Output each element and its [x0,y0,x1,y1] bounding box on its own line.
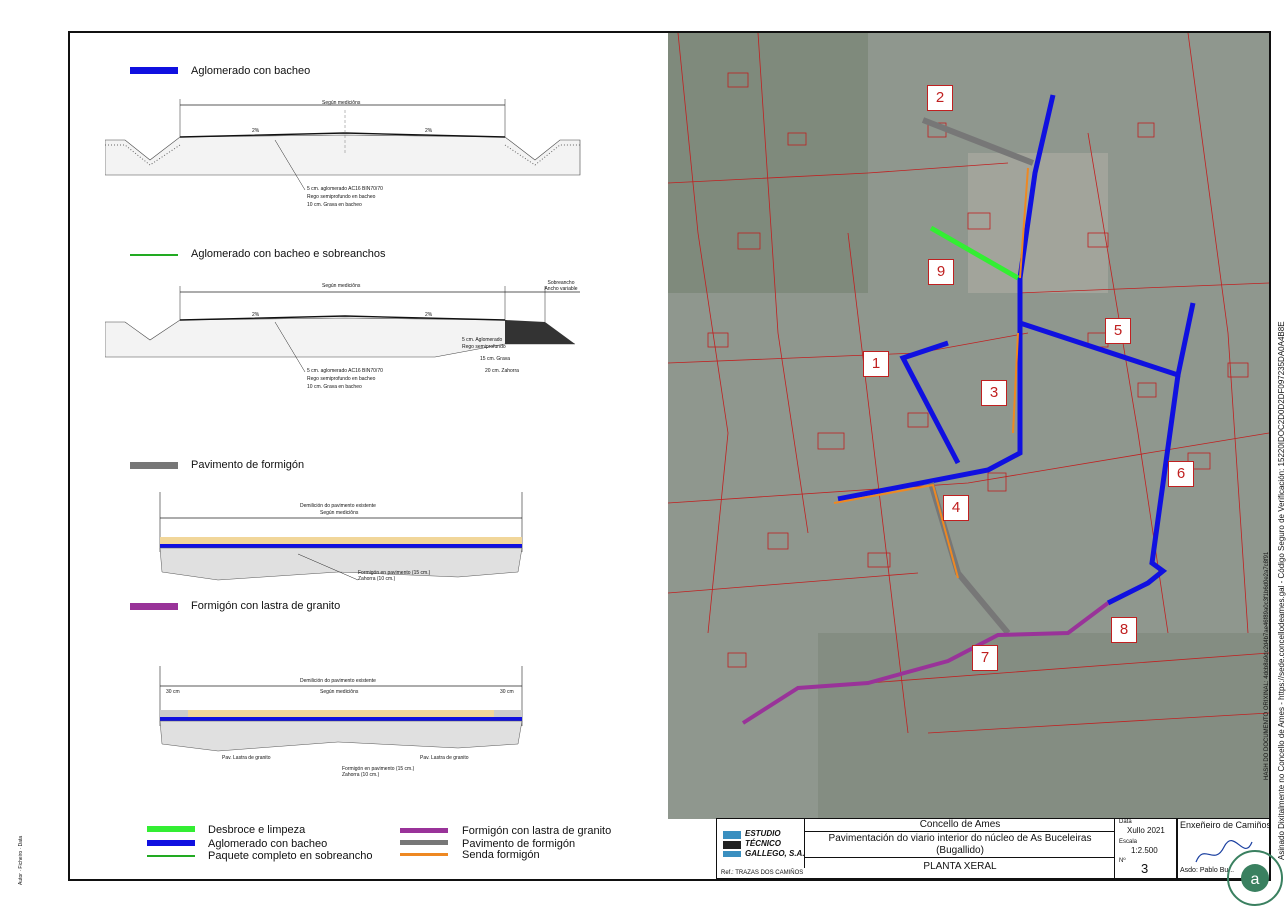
s4-note-2: Zahorra (10 cm.) [342,772,380,778]
map-label-7: 7 [972,645,998,671]
s2-slope-right: 2% [425,312,433,318]
logo-box: ESTUDIO TÉCNICO GALLEGO, S.A. [717,819,805,868]
s2-note-3: 10 cm. Grava en bacheo [307,384,362,390]
date-value: Xullo 2021 [1127,826,1165,835]
s1-slope-left: 2% [252,128,260,134]
s2-note-1: 5 cm. aglomerado AC16 BIN70/70 [307,368,383,374]
s2-slope-left: 2% [252,312,260,318]
map-label-2: 2 [927,85,953,111]
scale-value: 1:2.500 [1131,846,1158,855]
map-label-3: 3 [981,380,1007,406]
legend-senda-bar [400,853,448,856]
legend-aglomerado-bar [147,840,195,846]
s4-pav-right: Pav. Lastra de granito [420,755,469,761]
site-map: 1 2 3 4 5 6 7 8 9 [668,33,1269,819]
s2-rnote-2: Rego semiprofundo [462,344,506,350]
legend-line-green [130,254,178,256]
legend-pavimento-bar [400,840,448,845]
section-3-title: Pavimento de formigón [191,459,305,471]
legend-desbroce-bar [147,826,195,832]
title-block: ESTUDIO TÉCNICO GALLEGO, S.A. Ref.: TRAZ… [716,818,1177,879]
svg-text:a: a [1251,871,1260,888]
s2-rnote-4: 20 cm. Zahorra [485,368,519,374]
legend-paquete-bar [147,855,195,857]
sheet-no-label: Nº [1119,858,1126,864]
client-box: Concello de Ames [805,819,1115,832]
drawing-box: PLANTA XERAL [805,858,1115,878]
map-label-1: 1 [863,351,889,377]
legend-desbroce-label: Desbroce e limpeza [208,824,306,836]
ref-text: Ref.: TRAZAS DOS CAMIÑOS [721,870,804,876]
s2-rnote-3: 15 cm. Grava [480,356,511,362]
map-label-9: 9 [928,259,954,285]
company-line-2: TÉCNICO [745,839,781,848]
map-label-5: 5 [1105,318,1131,344]
legend-lastra-bar [400,828,448,833]
section-1-title: Aglomerado con bacheo [191,65,311,77]
legend-lastra-label: Formigón con lastra de granito [462,825,612,837]
section-2-profile [105,286,580,373]
legend-aglomerado-label: Aglomerado con bacheo [208,838,328,850]
date-label: Data [1119,819,1132,825]
digital-signature-text: Asinado Dixitalmente no Concello de Ames… [1277,321,1286,860]
map-label-6: 6 [1168,461,1194,487]
legend-bar-gray [130,462,178,469]
s2-note-2: Rego semiprofundo en bacheo [307,376,376,382]
project-name: Pavimentación do viario interior do núcl… [828,833,1092,844]
company-line-1: ESTUDIO [745,829,781,838]
company-line-3: GALLEGO, S.A. [745,849,805,858]
map-drawing [668,33,1269,819]
project-name-2: (Bugallido) [936,845,984,856]
digital-hash-text: HASH DO DOCUMENTO ORIXINAL: 4dcb8a9dc2d4… [1264,551,1270,780]
legend-bar-blue [130,67,178,74]
legend-senda-label: Senda formigón [462,849,540,861]
s1-note-3: 10 cm. Grava en bacheo [307,202,362,208]
client-name: Concello de Ames [919,819,1001,830]
legend-paquete-label: Paquete completo en sobreancho [208,850,373,862]
section-2-title: Aglomerado con bacheo e sobreanchos [191,248,386,260]
section-4-title: Formigón con lastra de granito [191,600,341,612]
s1-slope-right: 2% [425,128,433,134]
section-3-profile [159,492,523,581]
s2-rnote-1: 5 cm. Aglomerado [462,337,503,343]
scale-label: Escala [1119,839,1138,845]
digital-stamp: a [1227,850,1283,906]
s1-note-1: 5 cm. aglomerado AC16 BIN70/70 [307,186,383,192]
project-box: Pavimentación do viario interior do núcl… [805,832,1115,858]
s3-note-2: Zahorra (10 cm.) [358,576,396,582]
logo-icon [723,831,741,857]
s4-pav-left: Pav. Lastra de granito [222,755,271,761]
map-label-4: 4 [943,495,969,521]
legend-bar-purple [130,603,178,610]
side-meta-1: Autor · Ficheiro · Data [18,835,24,885]
s1-note-2: Rego semiprofundo en bacheo [307,194,376,200]
map-label-8: 8 [1111,617,1137,643]
drawing-title: PLANTA XERAL [923,861,997,872]
section-4-profile [159,666,523,752]
engineer-label: Enxeñeiro de Camiños [1180,820,1272,830]
sheet-no-value: 3 [1141,861,1149,876]
